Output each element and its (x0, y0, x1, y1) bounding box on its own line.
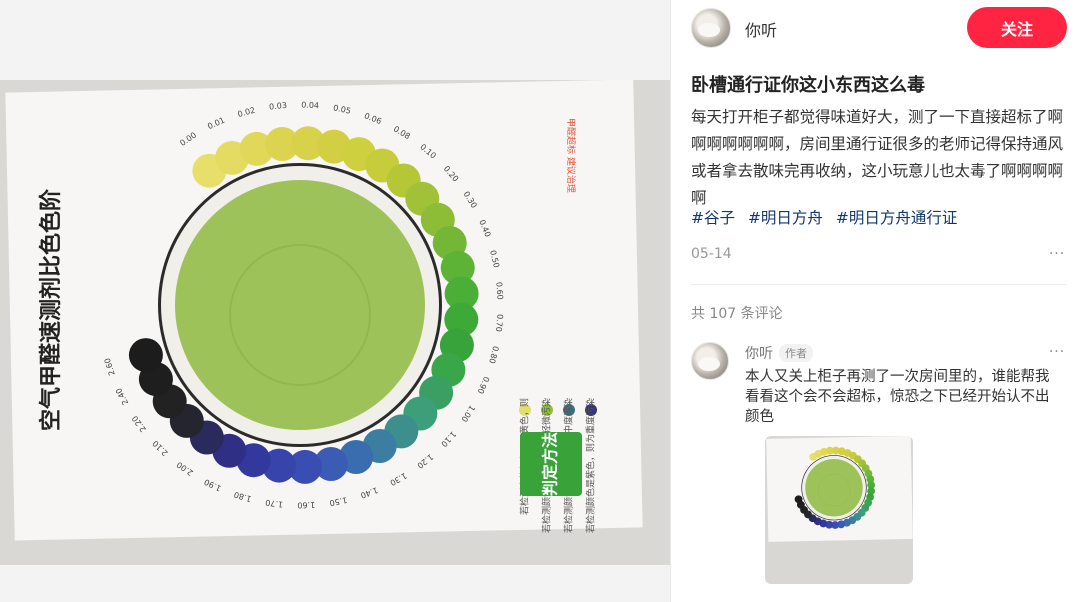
divider (691, 284, 1066, 285)
tick-label: 0.04 (301, 100, 319, 110)
commenter-avatar[interactable] (691, 342, 729, 380)
comment-text: 本人又关上柜子再测了一次房间里的，谁能帮我看看这个会不会超标，惊恐之下已经开始认… (745, 369, 1050, 425)
note-title: 卧槽通行证你这小东西这么毒 (691, 75, 925, 96)
note-photo[interactable]: 0.00 0.01 0.02 0.03 0.04 0.05 0.06 0.08 0.10 0.20… (0, 80, 670, 565)
swatch-dot (128, 338, 163, 373)
legend-text: 若检测颜色是紫色，则为重度污染 (585, 398, 597, 533)
author-avatar[interactable] (691, 8, 731, 48)
follow-button[interactable]: 关注 (967, 7, 1067, 48)
note-body: 每天打开柜子都觉得味道好大，测了一下直接超标了啊啊啊啊啊啊啊，房间里通行证很多的… (691, 108, 1064, 207)
author-bar: 你听 关注 (671, 0, 1080, 56)
test-liquid (175, 180, 425, 430)
color-chart-photo: 0.000.010.02 0.03 0.04 0.050.060.080.100.20… (5, 80, 643, 541)
comment-image-thumbnail[interactable] (765, 436, 913, 584)
note-detail-panel: 你听 关注 卧槽通行证你这小东西这么毒 每天打开柜子都觉得味道好大，测了一下直接… (671, 0, 1080, 602)
warning-stamp: 甲醛超标 建议治理 (565, 118, 577, 193)
more-dots-icon[interactable]: ··· (1048, 247, 1066, 265)
tick-label: 0.70 (494, 314, 505, 333)
note-date: 05-14 (691, 246, 732, 262)
tag-link[interactable]: #明日方舟通行证 (836, 209, 958, 227)
tick-label: 0.60 (494, 282, 504, 300)
chart-heading: 空气甲醛速测剂比色色阶 (38, 188, 64, 431)
note-image-viewer[interactable]: 0.00 0.01 0.02 0.03 0.04 0.05 0.06 0.08 0.10 0.20… (0, 0, 670, 602)
test-liquid (805, 459, 863, 517)
author-badge: 作者 (779, 344, 813, 362)
tag-link[interactable]: #谷子 (691, 209, 735, 227)
note-tags: #谷子 #明日方舟 #明日方舟通行证 (691, 206, 1066, 228)
more-dots-icon[interactable]: ··· (1048, 345, 1066, 363)
author-name[interactable]: 你听 (745, 17, 777, 41)
swatch-dot (794, 495, 803, 504)
commenter-name[interactable]: 你听 (745, 343, 773, 363)
comment-photo (766, 436, 913, 542)
method-label: 判定方法 (541, 432, 560, 496)
comment-count: 共 107 条评论 (691, 306, 783, 322)
tick-label: 1.60 (297, 500, 315, 510)
tag-link[interactable]: #明日方舟 (748, 209, 823, 227)
